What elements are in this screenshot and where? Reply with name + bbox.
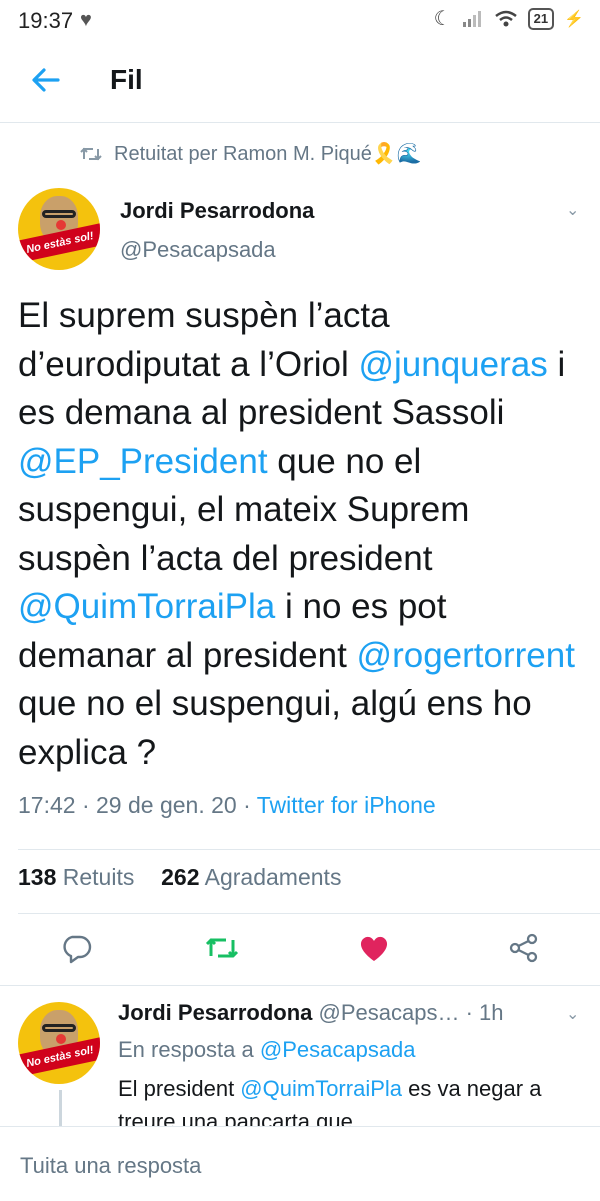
tweet-meta: 17:42 · 29 de gen. 20 · Twitter for iPho…	[18, 792, 436, 819]
retweet-small-icon	[80, 147, 102, 160]
reply-composer[interactable]: Tuita una resposta	[0, 1126, 600, 1201]
tweet-text: El suprem suspèn l’acta d’eurodiputat a …	[18, 292, 588, 777]
author-avatar[interactable]: No estàs sol!	[18, 188, 100, 270]
tweet-menu-chevron-icon[interactable]: ⌄	[566, 200, 579, 220]
reply-icon[interactable]	[58, 930, 94, 966]
tweet-stats: 138 Retuits 262 Agradaments	[18, 864, 341, 891]
heart-notification-icon: ♥	[80, 9, 92, 31]
signal-icon	[462, 10, 481, 27]
divider	[0, 985, 600, 986]
reply-menu-chevron-icon[interactable]: ⌄	[566, 1004, 579, 1024]
retweeted-by-label: Retuitat per Ramon M. Piqué🎗️🌊	[114, 143, 422, 165]
app-header: Fil	[0, 40, 600, 123]
battery-indicator: 21	[527, 7, 555, 30]
reply-author-avatar[interactable]: No estàs sol!	[18, 1002, 100, 1084]
status-icons: ☾ 21 ⚡	[434, 6, 584, 31]
reply-separator: ·	[465, 1000, 480, 1025]
reply-header: Jordi Pesarrodona @Pesacaps… · 1h	[118, 1000, 588, 1026]
reply-to-line: En resposta a @Pesacapsada	[118, 1037, 416, 1063]
mention-quimtorraipla[interactable]: @QuimTorraiPla	[240, 1076, 402, 1101]
status-bar: 19:37 ♥ ☾ 21 ⚡	[0, 0, 600, 40]
tweet-actions	[0, 922, 600, 976]
tweet-text-part: El suprem suspèn l’acta d’eurodiputat a …	[18, 296, 390, 384]
avatar-nose	[56, 1034, 66, 1044]
retweets-label[interactable]: Retuits	[63, 864, 135, 890]
mention-ep-president[interactable]: @EP_President	[18, 442, 268, 481]
wifi-icon	[494, 10, 517, 26]
likes-count[interactable]: 262	[161, 864, 199, 890]
back-arrow-icon[interactable]	[28, 62, 64, 98]
reply-composer-placeholder[interactable]: Tuita una resposta	[20, 1153, 201, 1179]
meta-separator: ·	[81, 792, 97, 818]
status-time: 19:37	[18, 8, 74, 33]
like-heart-icon[interactable]	[356, 930, 392, 966]
author-name[interactable]: Jordi Pesarrodona	[120, 198, 314, 224]
avatar-glasses	[42, 1024, 76, 1032]
page-title: Fil	[110, 64, 143, 95]
moon-icon: ☾	[433, 8, 452, 30]
avatar-nose	[56, 220, 66, 230]
retweeted-by[interactable]: Retuitat per Ramon M. Piqué🎗️🌊	[80, 141, 422, 166]
likes-label[interactable]: Agradaments	[205, 864, 342, 890]
tweet-text-part: que no el suspengui, algú ens ho explica…	[18, 684, 532, 772]
retweets-count[interactable]: 138	[18, 864, 56, 890]
tweet-date: 29 de gen. 20	[96, 792, 237, 818]
author-handle[interactable]: @Pesacapsada	[120, 237, 276, 263]
tweet-time: 17:42	[18, 792, 76, 818]
reply-author-name[interactable]: Jordi Pesarrodona	[118, 1000, 312, 1025]
divider	[18, 849, 600, 850]
reply-text-part: El president	[118, 1076, 241, 1101]
mention-quimtorraipla[interactable]: @QuimTorraiPla	[18, 587, 275, 626]
avatar-glasses	[42, 210, 76, 218]
retweet-icon[interactable]	[204, 930, 240, 966]
charging-icon: ⚡	[564, 10, 584, 28]
divider	[18, 913, 600, 914]
reply-age: 1h	[479, 1000, 504, 1025]
reply-author-handle[interactable]: @Pesacaps…	[319, 1000, 460, 1025]
thread-line	[59, 1090, 62, 1130]
reply-to-prefix: En resposta a	[118, 1037, 254, 1062]
share-icon[interactable]	[506, 930, 542, 966]
mention-junqueras[interactable]: @junqueras	[358, 345, 547, 384]
meta-separator: ·	[243, 792, 257, 818]
reply-to-mention[interactable]: @Pesacapsada	[260, 1037, 416, 1062]
tweet-source-link[interactable]: Twitter for iPhone	[257, 792, 436, 818]
mention-rogertorrent[interactable]: @rogertorrent	[357, 636, 575, 675]
